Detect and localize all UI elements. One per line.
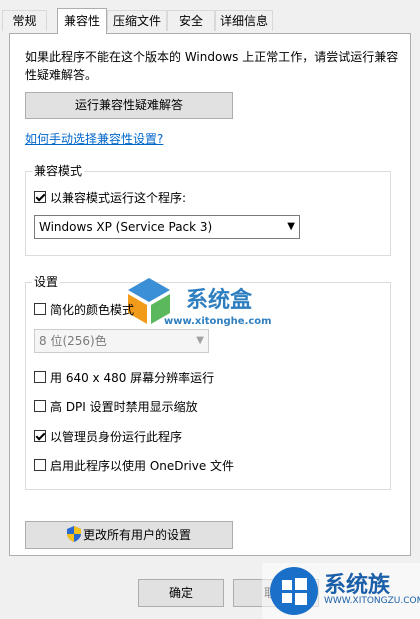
- os-version-select-value: Windows XP (Service Pack 3): [39, 220, 213, 234]
- xitonghe-site-name: 系统盒: [186, 288, 253, 313]
- xitonghe-watermark: 系统盒 www.xitonghe.com: [124, 276, 299, 336]
- xitongzu-site-url: WWW.XITONGZU.COM: [324, 596, 420, 606]
- high-dpi-row[interactable]: 高 DPI 设置时禁用显示缩放: [34, 398, 198, 414]
- tab-security[interactable]: 安全: [167, 10, 215, 31]
- compat-mode-checkbox-row[interactable]: 以兼容模式运行这个程序:: [34, 189, 186, 205]
- onedrive-row[interactable]: 启用此程序以使用 OneDrive 文件: [34, 457, 234, 473]
- run-admin-label: 以管理员身份运行此程序: [50, 429, 183, 444]
- run-640-label: 用 640 x 480 屏幕分辨率运行: [50, 370, 215, 385]
- windows-logo-icon: [270, 567, 318, 615]
- change-all-users-button[interactable]: 更改所有用户的设置: [25, 521, 233, 549]
- xitonghe-site-url: www.xitonghe.com: [164, 316, 272, 327]
- compat-mode-checkbox-label: 以兼容模式运行这个程序:: [50, 190, 187, 205]
- chevron-down-icon: ▼: [287, 221, 295, 232]
- tab-general[interactable]: 常规: [2, 10, 47, 31]
- tab-details[interactable]: 详细信息: [215, 10, 273, 31]
- xitongzu-site-name: 系统族: [324, 573, 391, 598]
- intro-text: 如果此程序不能在这个版本的 Windows 上正常工作，请尝试运行兼容性疑难解答…: [25, 50, 399, 82]
- compat-mode-checkbox[interactable]: [34, 191, 46, 203]
- onedrive-checkbox[interactable]: [34, 459, 46, 471]
- manual-settings-link[interactable]: 如何手动选择兼容性设置?: [25, 130, 163, 147]
- tab-compressed-files-label: 压缩文件: [112, 14, 161, 28]
- reduced-color-label: 简化的颜色模式: [50, 302, 135, 317]
- run-troubleshooter-button[interactable]: 运行兼容性疑难解答: [25, 92, 233, 119]
- high-dpi-checkbox[interactable]: [34, 400, 46, 412]
- reduced-color-row[interactable]: 简化的颜色模式: [34, 301, 134, 317]
- tab-compressed-files[interactable]: 压缩文件: [107, 10, 167, 31]
- change-all-users-label: 更改所有用户的设置: [82, 528, 191, 542]
- tab-security-label: 安全: [178, 14, 203, 28]
- settings-title: 设置: [32, 275, 61, 289]
- tab-general-label: 常规: [12, 14, 37, 28]
- color-depth-select: 8 位(256)色 ▼: [34, 329, 209, 353]
- compat-mode-title: 兼容模式: [32, 164, 85, 178]
- run-admin-row[interactable]: 以管理员身份运行此程序: [34, 428, 182, 444]
- compat-mode-group: [25, 171, 391, 256]
- onedrive-label: 启用此程序以使用 OneDrive 文件: [50, 458, 235, 473]
- shield-icon: [66, 526, 81, 542]
- xitongzu-watermark: 系统族 WWW.XITONGZU.COM: [262, 563, 420, 619]
- run-admin-checkbox[interactable]: [34, 430, 46, 442]
- tab-compatibility-label: 兼容性: [63, 14, 100, 28]
- os-version-select[interactable]: Windows XP (Service Pack 3) ▼: [34, 215, 300, 239]
- color-depth-select-value: 8 位(256)色: [39, 334, 107, 348]
- chevron-down-icon: ▼: [196, 335, 204, 346]
- run-640-row[interactable]: 用 640 x 480 屏幕分辨率运行: [34, 369, 214, 385]
- reduced-color-checkbox[interactable]: [34, 303, 46, 315]
- tab-strip: 常规 兼容性 压缩文件 安全 详细信息: [0, 0, 420, 34]
- tab-compatibility[interactable]: 兼容性: [57, 8, 107, 34]
- tab-details-label: 详细信息: [219, 14, 268, 28]
- run-640-checkbox[interactable]: [34, 371, 46, 383]
- ok-button[interactable]: 确定: [138, 579, 224, 607]
- high-dpi-label: 高 DPI 设置时禁用显示缩放: [50, 399, 198, 414]
